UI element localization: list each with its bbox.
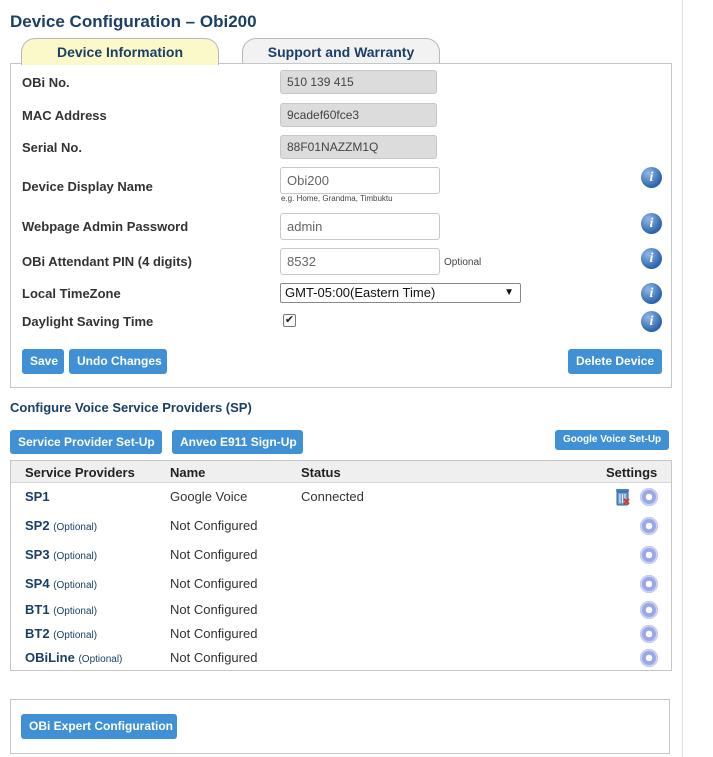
obi-no-label: OBi No. bbox=[22, 75, 70, 90]
service-provider-setup-button[interactable]: Service Provider Set-Up bbox=[10, 430, 162, 454]
page-title: Device Configuration – Obi200 bbox=[10, 12, 257, 31]
admin-password-info-icon[interactable]: i bbox=[641, 213, 662, 234]
timezone-info-icon[interactable]: i bbox=[641, 283, 662, 304]
display-name-input[interactable] bbox=[280, 167, 440, 194]
service-providers-table: Service Providers Name Status Settings S… bbox=[10, 460, 672, 671]
mac-address-value: 9cadef60fce3 bbox=[280, 103, 437, 127]
sp-name: Not Configured bbox=[170, 650, 258, 665]
obi-no-value: 510 139 415 bbox=[280, 70, 437, 94]
save-button[interactable]: Save bbox=[22, 349, 64, 374]
sp-status: Connected bbox=[301, 489, 364, 504]
timezone-selected-value: GMT-05:00(Eastern Time) bbox=[285, 285, 436, 300]
dst-checkbox[interactable]: ✔ bbox=[283, 314, 296, 327]
header-settings: Settings bbox=[606, 465, 658, 480]
table-row: BT2 (Optional) Not Configured bbox=[11, 624, 671, 644]
table-row: OBiLine (Optional) Not Configured bbox=[11, 648, 671, 668]
sp-id: BT2 (Optional) bbox=[25, 626, 98, 641]
header-name: Name bbox=[170, 465, 206, 480]
sp-id: SP4 (Optional) bbox=[25, 576, 98, 591]
sp-name: Not Configured bbox=[170, 576, 258, 591]
header-service-providers: Service Providers bbox=[25, 465, 135, 480]
table-row: SP3 (Optional) Not Configured bbox=[11, 545, 671, 565]
serial-no-value: 88F01NAZZM1Q bbox=[280, 135, 437, 159]
chevron-down-icon: ▼ bbox=[504, 287, 514, 298]
attendant-pin-info-icon[interactable]: i bbox=[641, 248, 662, 269]
gear-icon[interactable] bbox=[640, 649, 658, 667]
sp-id: SP2 (Optional) bbox=[25, 518, 98, 533]
sp-name: Not Configured bbox=[170, 547, 258, 562]
mac-address-label: MAC Address bbox=[22, 108, 107, 123]
voice-providers-title: Configure Voice Service Providers (SP) bbox=[10, 400, 252, 415]
gear-icon[interactable] bbox=[640, 575, 658, 593]
sp-name: Not Configured bbox=[170, 602, 258, 617]
table-row: SP1 Google Voice Connected bbox=[11, 487, 671, 507]
delete-device-button[interactable]: Delete Device bbox=[568, 349, 662, 374]
gear-icon[interactable] bbox=[640, 546, 658, 564]
gear-icon[interactable] bbox=[640, 625, 658, 643]
table-header: Service Providers Name Status Settings bbox=[11, 461, 671, 483]
sp-name: Not Configured bbox=[170, 626, 258, 641]
sp-id: SP3 (Optional) bbox=[25, 547, 98, 562]
dst-label: Daylight Saving Time bbox=[22, 314, 154, 329]
anveo-e911-signup-button[interactable]: Anveo E911 Sign-Up bbox=[172, 430, 303, 454]
trash-icon[interactable] bbox=[615, 488, 630, 506]
gear-icon[interactable] bbox=[640, 517, 658, 535]
header-status: Status bbox=[301, 465, 341, 480]
attendant-pin-label: OBi Attendant PIN (4 digits) bbox=[22, 254, 192, 269]
table-row: SP2 (Optional) Not Configured bbox=[11, 516, 671, 536]
attendant-pin-input[interactable] bbox=[280, 248, 440, 275]
dst-info-icon[interactable]: i bbox=[641, 311, 662, 332]
timezone-select[interactable]: GMT-05:00(Eastern Time) ▼ bbox=[280, 283, 521, 303]
google-voice-setup-button[interactable]: Google Voice Set-Up bbox=[555, 430, 669, 450]
display-name-label: Device Display Name bbox=[22, 179, 153, 194]
expert-configuration-panel: OBi Expert Configuration bbox=[10, 699, 670, 754]
timezone-label: Local TimeZone bbox=[22, 286, 121, 301]
undo-changes-button[interactable]: Undo Changes bbox=[69, 349, 167, 374]
device-information-panel: OBi No. 510 139 415 MAC Address 9cadef60… bbox=[10, 63, 672, 388]
sp-id: BT1 (Optional) bbox=[25, 602, 98, 617]
expert-configuration-button[interactable]: OBi Expert Configuration bbox=[21, 714, 177, 739]
gear-icon[interactable] bbox=[640, 488, 658, 506]
gear-icon[interactable] bbox=[640, 601, 658, 619]
tab-device-information[interactable]: Device Information bbox=[21, 38, 219, 65]
tab-support-and-warranty[interactable]: Support and Warranty bbox=[242, 38, 440, 64]
right-divider bbox=[682, 0, 683, 757]
display-name-hint: e.g. Home, Grandma, Timbuktu bbox=[281, 194, 393, 203]
sp-name: Not Configured bbox=[170, 518, 258, 533]
sp-id: OBiLine (Optional) bbox=[25, 650, 123, 665]
sp-id: SP1 bbox=[25, 489, 50, 504]
serial-no-label: Serial No. bbox=[22, 140, 82, 155]
admin-password-label: Webpage Admin Password bbox=[22, 219, 189, 234]
sp-name: Google Voice bbox=[170, 489, 248, 504]
admin-password-input[interactable] bbox=[280, 213, 440, 240]
table-row: SP4 (Optional) Not Configured bbox=[11, 574, 671, 594]
display-name-info-icon[interactable]: i bbox=[641, 167, 662, 188]
attendant-pin-optional-note: Optional bbox=[444, 257, 482, 268]
table-row: BT1 (Optional) Not Configured bbox=[11, 600, 671, 620]
